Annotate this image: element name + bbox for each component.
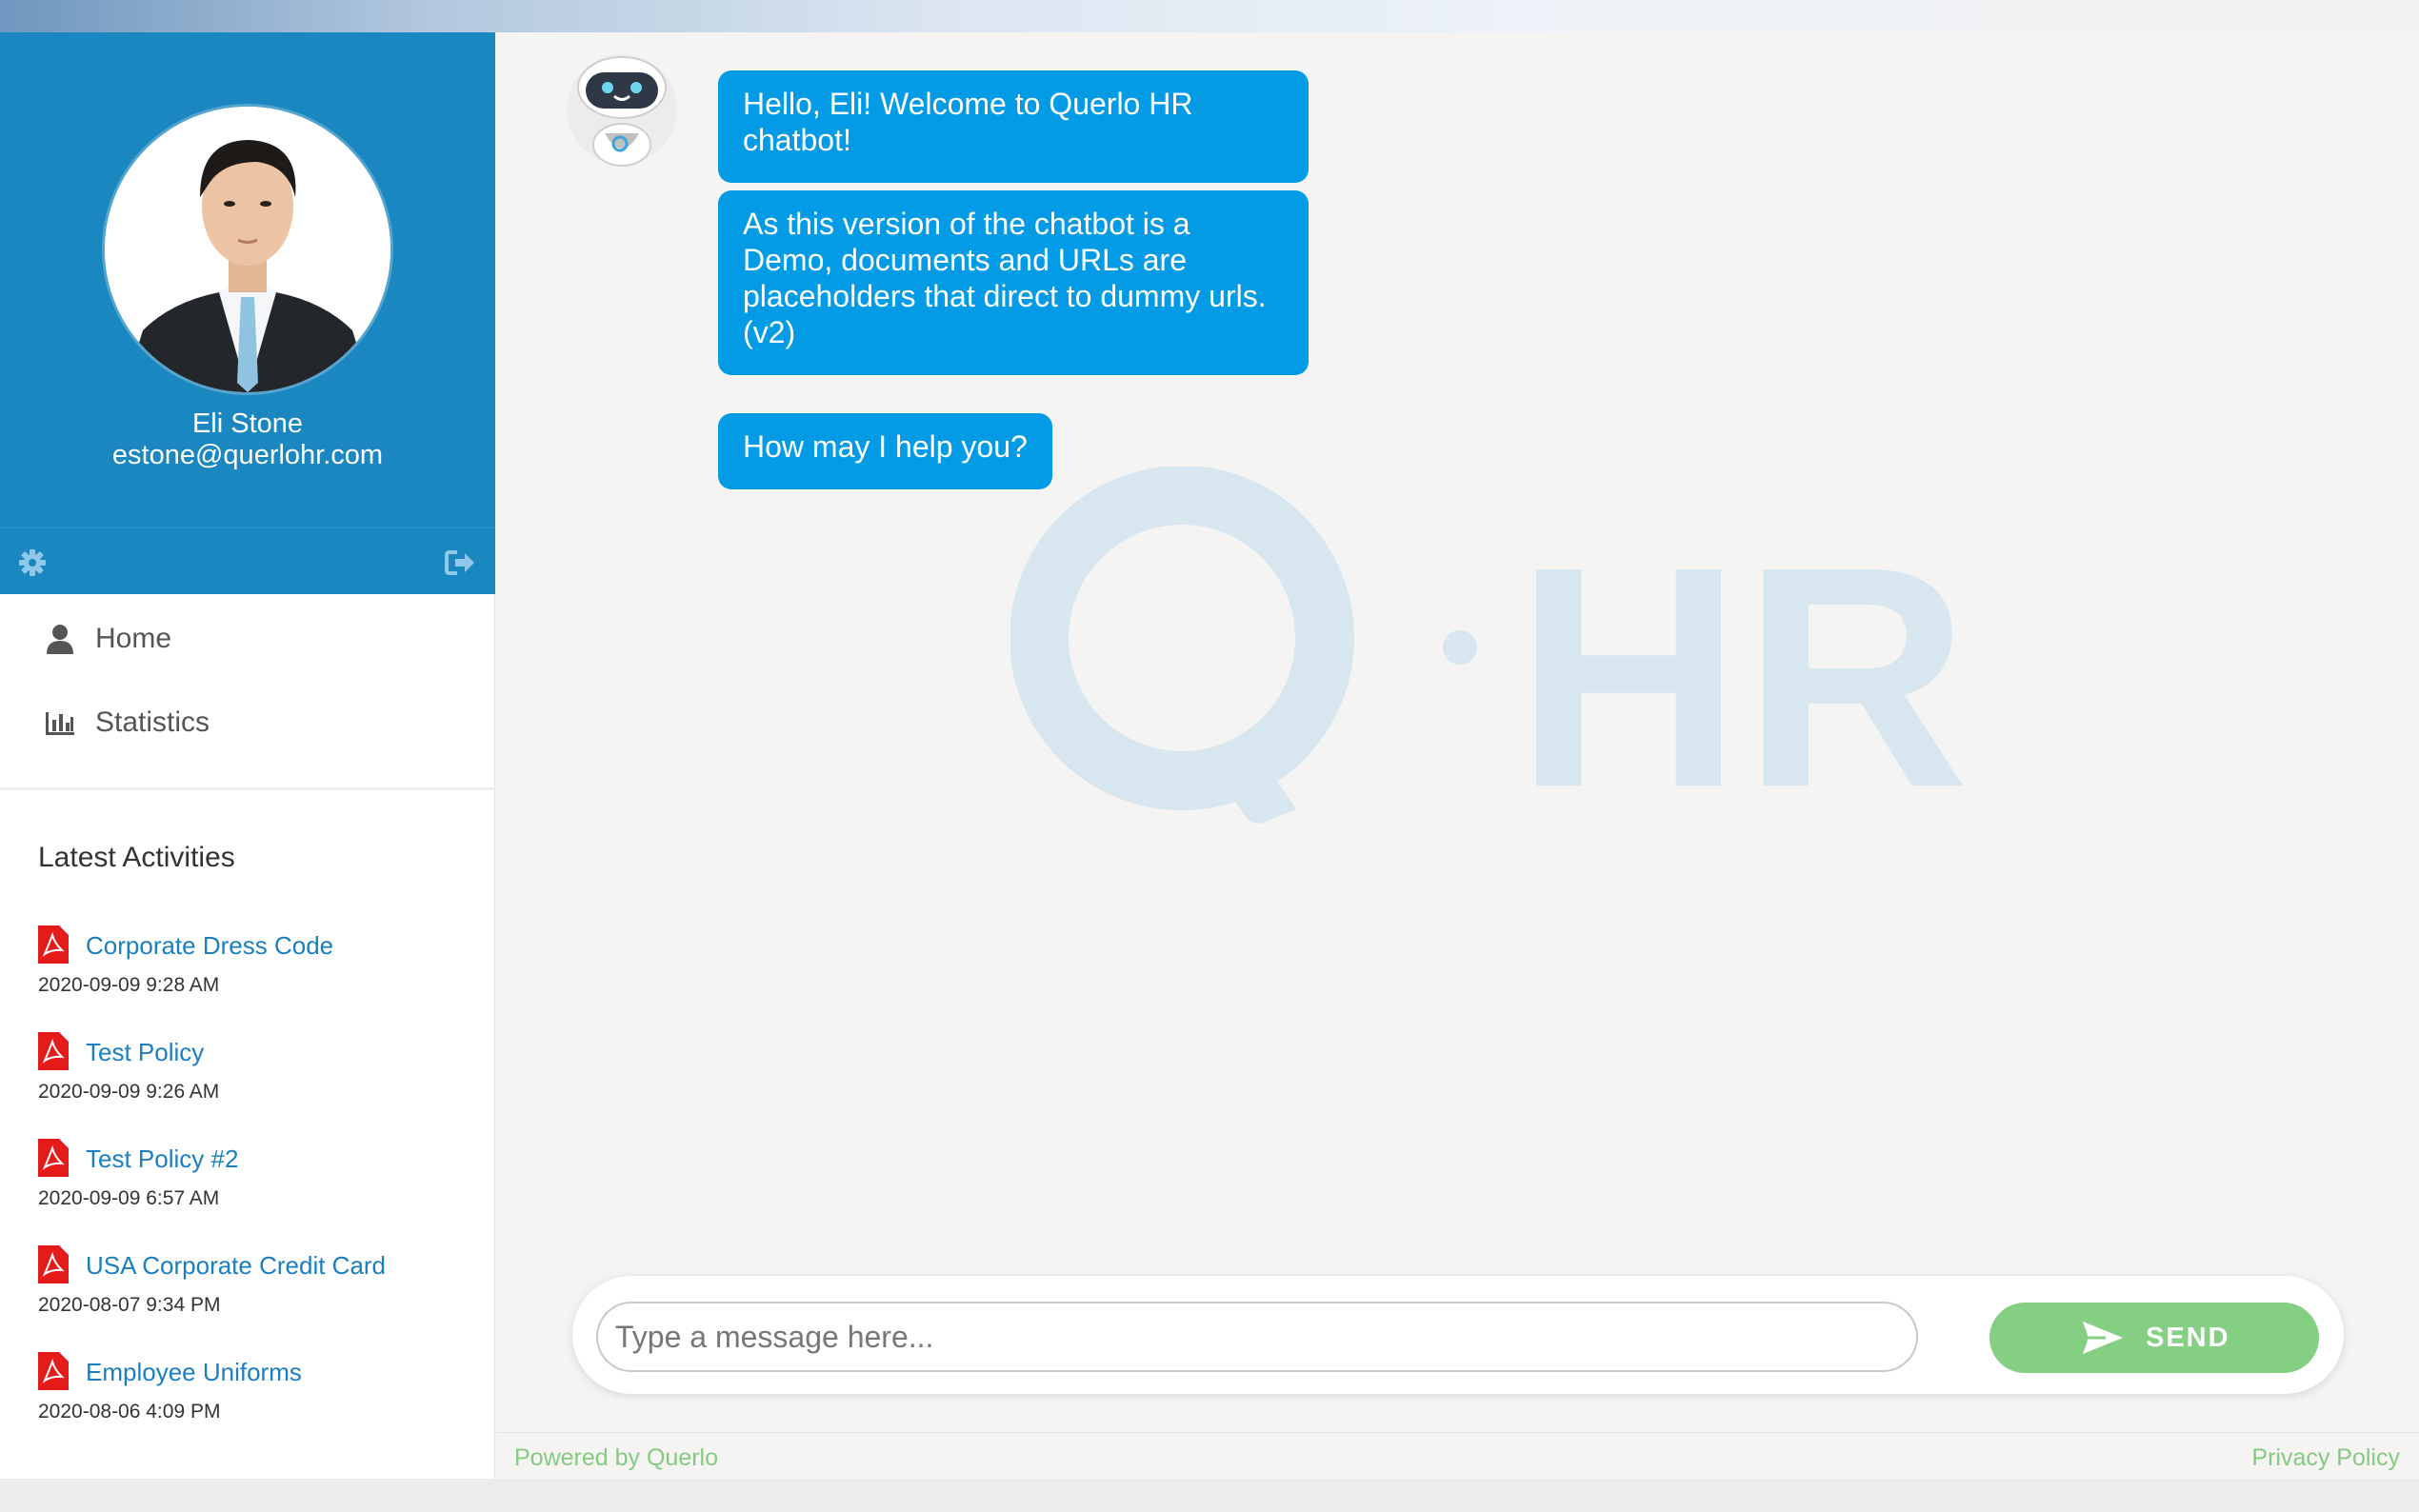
activity-date: 2020-09-09 9:28 AM [38, 974, 220, 996]
pdf-icon [38, 1139, 69, 1177]
chat-message-bot: As this version of the chatbot is a Demo… [718, 190, 1309, 375]
activity-date: 2020-09-09 6:57 AM [38, 1187, 220, 1209]
pdf-icon [38, 925, 69, 964]
activity-item: Test Policy 2020-09-09 9:26 AM [38, 1032, 486, 1118]
bar-chart-icon [44, 706, 76, 739]
chat-message-bot: How may I help you? [718, 413, 1052, 489]
qhr-watermark-logo: HR [1010, 466, 1982, 866]
paper-plane-icon [2081, 1320, 2125, 1356]
chat-area: HR Hello, Eli! Welcome to Querlo HR chat… [496, 32, 2419, 1479]
activity-item: USA Corporate Credit Card 2020-08-07 9:3… [38, 1245, 486, 1331]
sidebar-item-label: Home [95, 623, 172, 654]
privacy-policy-link[interactable]: Privacy Policy [2251, 1444, 2400, 1472]
send-button[interactable]: SEND [1989, 1303, 2319, 1373]
sidebar-nav: Home Statistics [0, 594, 495, 790]
activity-item: Corporate Dress Code 2020-09-09 9:28 AM [38, 925, 486, 1011]
sidebar-item-statistics[interactable]: Statistics [0, 687, 495, 756]
pdf-icon [38, 1032, 69, 1070]
message-composer: SEND [572, 1276, 2344, 1394]
powered-by-link[interactable]: Powered by Querlo [514, 1444, 718, 1472]
pdf-icon [38, 1245, 69, 1283]
chat-message-bot: Hello, Eli! Welcome to Querlo HR chatbot… [718, 70, 1309, 183]
activity-date: 2020-08-06 4:09 PM [38, 1401, 221, 1422]
activity-date: 2020-08-07 9:34 PM [38, 1294, 221, 1316]
avatar [105, 107, 390, 392]
gear-icon[interactable] [17, 547, 48, 578]
activity-item: Employee Uniforms 2020-08-06 4:09 PM [38, 1352, 486, 1438]
message-input[interactable] [596, 1302, 1918, 1372]
user-icon [44, 623, 76, 655]
sidebar: Eli Stone estone@querlohr.com Home Stati… [0, 32, 495, 1479]
profile-panel: Eli Stone estone@querlohr.com [0, 32, 495, 527]
sidebar-item-home[interactable]: Home [0, 604, 495, 672]
activity-link[interactable]: USA Corporate Credit Card [86, 1251, 386, 1281]
activity-link[interactable]: Test Policy [86, 1038, 204, 1067]
user-name: Eli Stone [191, 408, 304, 439]
activity-item: Test Policy #2 2020-09-09 6:57 AM [38, 1139, 486, 1224]
browser-bottom-strip [0, 1479, 2419, 1512]
footer: Powered by Querlo Privacy Policy [496, 1432, 2419, 1479]
logout-icon[interactable] [444, 547, 476, 578]
browser-top-strip [0, 0, 2419, 32]
activity-link[interactable]: Test Policy #2 [86, 1144, 238, 1174]
activity-date: 2020-09-09 9:26 AM [38, 1081, 220, 1103]
watermark-text: HR [1515, 501, 1969, 852]
profile-actions-bar [0, 527, 495, 594]
chatbot-avatar [565, 51, 679, 168]
activity-link[interactable]: Employee Uniforms [86, 1358, 302, 1387]
send-label: SEND [2146, 1323, 2230, 1353]
sidebar-item-label: Statistics [95, 706, 210, 738]
activity-link[interactable]: Corporate Dress Code [86, 931, 333, 961]
user-email: estone@querlohr.com [111, 440, 384, 470]
pdf-icon [38, 1352, 69, 1390]
latest-activities-heading: Latest Activities [38, 842, 235, 873]
